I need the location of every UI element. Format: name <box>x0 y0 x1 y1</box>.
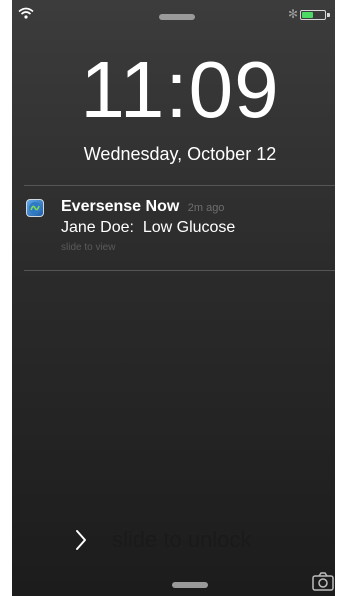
lockscreen-date: Wednesday, October 12 <box>83 144 277 164</box>
lock-screen: ✻ 11:09 Wednesday, October 12 Eversense … <box>12 0 335 596</box>
notification-divider-top <box>24 185 335 186</box>
battery-level-fill <box>302 12 313 18</box>
notification-message: Jane Doe: Low Glucose <box>61 219 236 236</box>
wifi-icon <box>18 6 34 19</box>
notification-header: Eversense Now 2m ago <box>61 198 224 216</box>
notification-timestamp: 2m ago <box>187 202 225 214</box>
bluetooth-icon: ✻ <box>288 7 299 21</box>
notification-divider-bottom <box>24 270 335 271</box>
control-center-grabber[interactable] <box>172 582 208 588</box>
notification-eversense[interactable]: Eversense Now 2m ago Jane Doe: Low Gluco… <box>26 196 326 262</box>
slide-to-unlock-label: slide to unlock <box>112 527 252 552</box>
chevron-right-icon <box>76 530 86 550</box>
slide-to-unlock[interactable]: slide to unlock <box>74 525 304 555</box>
lockscreen-time: 11:09 <box>80 45 280 134</box>
battery-tip <box>327 13 330 17</box>
camera-icon[interactable] <box>312 571 334 591</box>
battery-icon <box>300 10 326 20</box>
notification-slide-hint: slide to view <box>61 242 116 253</box>
notification-app-name: Eversense Now <box>61 198 180 215</box>
notification-center-grabber[interactable] <box>159 14 195 20</box>
eversense-app-icon <box>26 199 44 217</box>
